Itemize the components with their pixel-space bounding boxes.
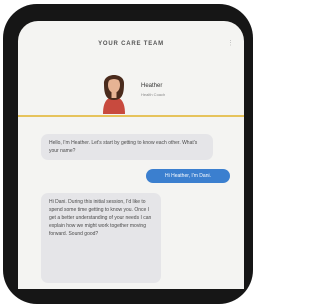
more-vertical-icon[interactable]: ⋮ bbox=[227, 40, 234, 47]
profile-divider bbox=[18, 115, 244, 117]
coach-name: Heather bbox=[141, 83, 163, 89]
incoming-message: Hello, I'm Heather. Let's start by getti… bbox=[41, 134, 213, 160]
outgoing-message: Hi Heather, I'm Dani. bbox=[146, 169, 230, 183]
coach-role: Health Coach bbox=[141, 92, 166, 97]
page-title: YOUR CARE TEAM bbox=[98, 41, 164, 47]
app-screen: YOUR CARE TEAM ⋮ Heather Health Coach He… bbox=[18, 21, 244, 289]
phone-frame: YOUR CARE TEAM ⋮ Heather Health Coach He… bbox=[3, 4, 253, 304]
incoming-message: Hi Dani. During this initial session, I'… bbox=[41, 193, 161, 283]
care-team-header: YOUR CARE TEAM ⋮ bbox=[18, 21, 244, 67]
avatar bbox=[103, 75, 125, 114]
coach-profile[interactable]: Heather Health Coach bbox=[18, 67, 244, 115]
